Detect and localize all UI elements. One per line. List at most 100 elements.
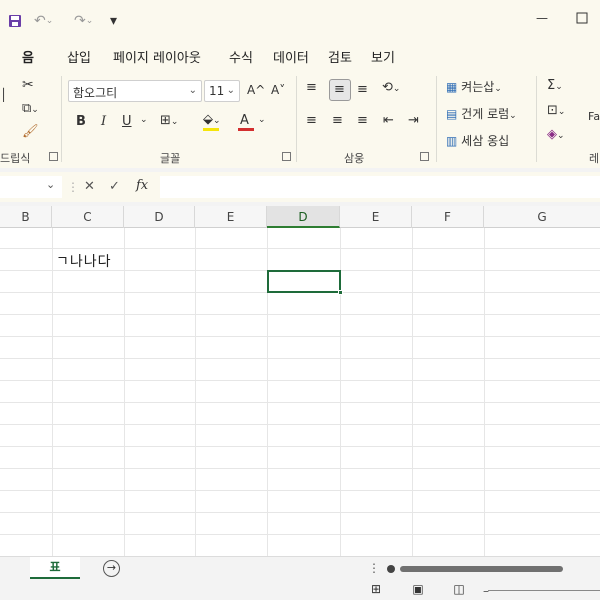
- font-name-value: 함오그티: [73, 86, 118, 100]
- cell-grid[interactable]: ㄱ나나다: [0, 228, 600, 556]
- column-header[interactable]: E: [340, 206, 412, 228]
- gridline: [412, 228, 413, 556]
- sort-filter-label[interactable]: Fa: [588, 110, 600, 123]
- copy-icon[interactable]: ⧉⌄: [22, 101, 39, 116]
- column-header[interactable]: C: [52, 206, 124, 228]
- tab-page-layout[interactable]: 페이지 레이아웃: [113, 47, 201, 66]
- clipboard-launcher-icon[interactable]: [49, 152, 58, 161]
- orientation-icon[interactable]: ⟲⌄: [382, 80, 400, 95]
- gridline: [0, 490, 600, 491]
- border-icon[interactable]: ⊞⌄: [160, 113, 178, 128]
- chevron-down-icon[interactable]: ⌄: [258, 115, 266, 125]
- bold-button[interactable]: B: [76, 114, 86, 129]
- scroll-left-icon[interactable]: [387, 565, 395, 573]
- table-icon: ▤: [446, 107, 458, 121]
- alignment-launcher-icon[interactable]: [420, 152, 429, 161]
- format-as-table-button[interactable]: ▤ 건게 로럼⌄: [446, 105, 517, 122]
- gridline: [0, 336, 600, 337]
- name-box[interactable]: ⌄: [0, 176, 62, 198]
- cell-styles-label: 세삼 옹십: [461, 134, 510, 148]
- gridline: [0, 534, 600, 535]
- tab-splitter-icon[interactable]: ⋮: [368, 561, 380, 575]
- title-bar: ↶ ⌄ ↷ ⌄ ▾ —: [0, 0, 600, 40]
- paste-icon[interactable]: │: [0, 88, 7, 102]
- font-name-combo[interactable]: 함오그티 ⌄: [68, 80, 202, 102]
- tab-review[interactable]: 검토: [328, 47, 352, 66]
- check-icon[interactable]: ✓: [109, 179, 120, 194]
- font-launcher-icon[interactable]: [282, 152, 291, 161]
- formula-input[interactable]: [160, 176, 600, 198]
- italic-button[interactable]: I: [101, 114, 106, 129]
- cell-styles-button[interactable]: ▥ 세삼 옹십: [446, 132, 509, 149]
- gridline: [0, 468, 600, 469]
- separator: [536, 76, 537, 162]
- conditional-format-button[interactable]: ▦ 켜는삽⌄: [446, 78, 502, 95]
- chevron-down-icon[interactable]: ⌄: [140, 115, 148, 125]
- autosum-label: Σ: [547, 78, 556, 93]
- zoom-out-icon[interactable]: –: [483, 584, 489, 598]
- tab-formulas[interactable]: 수식: [229, 47, 253, 66]
- gridline: [195, 228, 196, 556]
- clipboard-group-label: 드립식: [0, 152, 31, 165]
- active-cell-selection[interactable]: [267, 270, 341, 293]
- cut-icon[interactable]: ✂: [22, 77, 34, 93]
- cancel-icon[interactable]: ✕: [84, 179, 95, 194]
- autosum-button[interactable]: Σ⌄: [547, 78, 563, 93]
- tab-home[interactable]: 음: [22, 47, 34, 66]
- separator: [296, 76, 297, 162]
- grow-font-button[interactable]: A^: [247, 83, 265, 97]
- fill-icon[interactable]: ⊡⌄: [547, 103, 565, 118]
- tab-data[interactable]: 데이터: [273, 47, 309, 66]
- fill-color-icon[interactable]: ⬙⌄: [203, 112, 221, 127]
- page-break-icon[interactable]: ◫: [451, 582, 467, 596]
- increase-indent-icon[interactable]: ⇥: [408, 113, 419, 128]
- gridline: [0, 512, 600, 513]
- sheet-tab-active[interactable]: 표: [30, 557, 80, 579]
- font-color-swatch: [238, 128, 254, 131]
- align-center-icon[interactable]: ≡: [332, 113, 343, 128]
- align-left-icon[interactable]: ≡: [306, 113, 317, 128]
- font-color-button[interactable]: A: [240, 113, 249, 128]
- gridline: [0, 446, 600, 447]
- cell-styles-icon: ▥: [446, 134, 458, 148]
- align-top-icon[interactable]: ≡: [306, 80, 317, 95]
- chevron-down-icon[interactable]: ⌄: [46, 178, 55, 191]
- fill-handle[interactable]: [338, 290, 343, 295]
- gridline: [0, 424, 600, 425]
- column-header[interactable]: G: [484, 206, 600, 228]
- redo-icon[interactable]: ↷ ⌄: [74, 12, 93, 30]
- column-header-active[interactable]: D: [267, 206, 340, 228]
- column-header[interactable]: B: [0, 206, 52, 228]
- column-header[interactable]: E: [195, 206, 267, 228]
- gridline: [0, 402, 600, 403]
- separator: [436, 76, 437, 162]
- cell-value[interactable]: ㄱ나나다: [56, 251, 112, 271]
- align-right-icon[interactable]: ≡: [357, 113, 368, 128]
- underline-button[interactable]: U: [122, 114, 132, 129]
- shrink-font-button[interactable]: A˅: [271, 83, 285, 97]
- minimize-icon[interactable]: —: [532, 8, 552, 28]
- tab-insert[interactable]: 삽입: [67, 47, 91, 66]
- align-middle-icon: ≡: [334, 82, 345, 97]
- fx-button[interactable]: fx: [136, 178, 148, 193]
- column-header[interactable]: D: [124, 206, 195, 228]
- tab-view[interactable]: 보기: [371, 47, 395, 66]
- font-group-label: 글꼴: [160, 152, 181, 165]
- font-size-combo[interactable]: 11 ⌄: [204, 80, 240, 102]
- page-layout-icon[interactable]: ▣: [410, 582, 426, 596]
- maximize-icon[interactable]: [572, 8, 592, 28]
- clear-icon[interactable]: ◈⌄: [547, 127, 565, 142]
- zoom-slider[interactable]: [488, 590, 600, 591]
- save-icon[interactable]: [8, 12, 22, 30]
- conditional-format-icon: ▦: [446, 80, 458, 94]
- add-sheet-icon[interactable]: →: [103, 560, 120, 577]
- horizontal-scrollbar[interactable]: [400, 566, 563, 572]
- normal-view-icon[interactable]: ⊞: [368, 582, 384, 596]
- column-header[interactable]: F: [412, 206, 484, 228]
- undo-icon[interactable]: ↶ ⌄: [34, 12, 53, 30]
- customize-icon[interactable]: ▾: [110, 12, 117, 30]
- align-bottom-icon[interactable]: ≡: [357, 82, 368, 97]
- format-painter-icon[interactable]: 🖌: [22, 124, 39, 139]
- decrease-indent-icon[interactable]: ⇤: [383, 113, 394, 128]
- gridline: [124, 228, 125, 556]
